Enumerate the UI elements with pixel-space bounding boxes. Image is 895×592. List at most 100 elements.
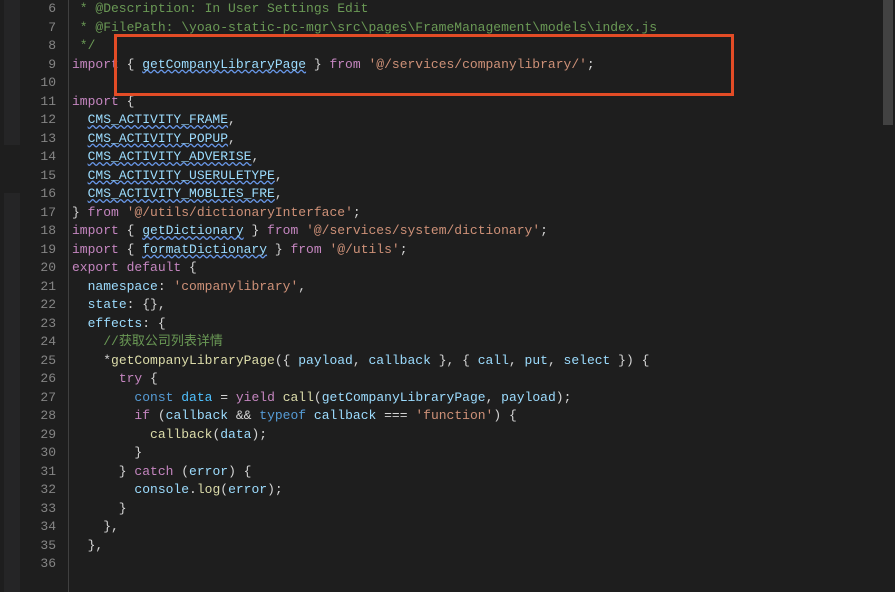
- code-line[interactable]: * @Description: In User Settings Edit: [72, 0, 895, 19]
- code-token: call: [283, 390, 314, 405]
- code-line[interactable]: } catch (error) {: [72, 463, 895, 482]
- code-token: effects: [88, 316, 143, 331]
- code-token: import: [72, 94, 119, 109]
- code-token: from: [267, 223, 298, 238]
- code-line[interactable]: effects: {: [72, 315, 895, 334]
- code-line[interactable]: CMS_ACTIVITY_FRAME,: [72, 111, 895, 130]
- code-token: }: [244, 223, 267, 238]
- code-token: '@/services/companylibrary/': [368, 57, 586, 72]
- code-token: {: [119, 94, 135, 109]
- code-token: ({: [275, 353, 298, 368]
- line-number: 20: [20, 259, 56, 278]
- code-token: ;: [400, 242, 408, 257]
- code-token: getCompanyLibraryPage: [322, 390, 486, 405]
- code-token: ,: [228, 112, 236, 127]
- code-line[interactable]: CMS_ACTIVITY_ADVERISE,: [72, 148, 895, 167]
- code-token: [72, 408, 134, 423]
- scrollbar-thumb[interactable]: [883, 0, 893, 125]
- code-line[interactable]: export default {: [72, 259, 895, 278]
- code-line[interactable]: *getCompanyLibraryPage({ payload, callba…: [72, 352, 895, 371]
- line-number: 21: [20, 278, 56, 297]
- code-token: (: [150, 408, 166, 423]
- code-line[interactable]: import {: [72, 93, 895, 112]
- code-line[interactable]: CMS_ACTIVITY_POPUP,: [72, 130, 895, 149]
- code-token: : {},: [127, 297, 166, 312]
- code-token: {: [119, 223, 142, 238]
- code-line[interactable]: },: [72, 518, 895, 537]
- code-line[interactable]: },: [72, 537, 895, 556]
- code-token: [72, 297, 88, 312]
- code-line[interactable]: state: {},: [72, 296, 895, 315]
- code-token: (: [173, 464, 189, 479]
- code-token: [72, 168, 88, 183]
- code-token: [72, 112, 88, 127]
- code-line[interactable]: namespace: 'companylibrary',: [72, 278, 895, 297]
- code-token: ,: [275, 168, 283, 183]
- code-token: if: [134, 408, 150, 423]
- code-token: import: [72, 57, 119, 72]
- line-number: 7: [20, 19, 56, 38]
- code-token: select: [564, 353, 611, 368]
- code-token: ,: [275, 186, 283, 201]
- code-area[interactable]: * @Description: In User Settings Edit * …: [68, 0, 895, 592]
- code-line[interactable]: * @FilePath: \yoao-static-pc-mgr\src\pag…: [72, 19, 895, 38]
- code-line[interactable]: console.log(error);: [72, 481, 895, 500]
- code-token: );: [556, 390, 572, 405]
- line-number: 34: [20, 518, 56, 537]
- line-number: 27: [20, 389, 56, 408]
- code-token: from: [329, 57, 360, 72]
- code-token: typeof: [259, 408, 306, 423]
- code-token: '@/utils/dictionaryInterface': [127, 205, 353, 220]
- code-token: try: [119, 371, 142, 386]
- code-token: [72, 131, 88, 146]
- code-token: CMS_ACTIVITY_USERULETYPE: [88, 168, 275, 183]
- code-token: (: [314, 390, 322, 405]
- code-token: ,: [353, 353, 369, 368]
- code-token: {: [119, 242, 142, 257]
- code-token: }: [72, 205, 88, 220]
- activity-bar[interactable]: [4, 0, 20, 592]
- code-token: : \yoao-static-pc-mgr\src\pages\FrameMan…: [166, 20, 657, 35]
- code-token: callback: [368, 353, 430, 368]
- code-token: }: [306, 57, 329, 72]
- code-line[interactable]: const data = yield call(getCompanyLibrar…: [72, 389, 895, 408]
- line-number: 6: [20, 0, 56, 19]
- code-token: import: [72, 242, 119, 257]
- code-line[interactable]: import { getCompanyLibraryPage } from '@…: [72, 56, 895, 75]
- code-token: CMS_ACTIVITY_FRAME: [88, 112, 228, 127]
- code-line[interactable]: import { getDictionary } from '@/service…: [72, 222, 895, 241]
- code-token: ;: [353, 205, 361, 220]
- code-line[interactable]: }: [72, 500, 895, 519]
- line-number: 36: [20, 555, 56, 574]
- code-line[interactable]: if (callback && typeof callback === 'fun…: [72, 407, 895, 426]
- code-line[interactable]: import { formatDictionary } from '@/util…: [72, 241, 895, 260]
- code-token: {: [119, 57, 142, 72]
- code-token: ,: [298, 279, 306, 294]
- code-token: *: [72, 20, 95, 35]
- code-line[interactable]: }: [72, 444, 895, 463]
- code-line[interactable]: } from '@/utils/dictionaryInterface';: [72, 204, 895, 223]
- code-line[interactable]: [72, 74, 895, 93]
- code-line[interactable]: callback(data);: [72, 426, 895, 445]
- vertical-scrollbar[interactable]: [881, 0, 895, 592]
- code-line[interactable]: try {: [72, 370, 895, 389]
- line-number: 31: [20, 463, 56, 482]
- code-token: @FilePath: [95, 20, 165, 35]
- line-number-gutter[interactable]: 6789101112131415161718192021222324252627…: [20, 0, 68, 592]
- code-token: [72, 390, 134, 405]
- code-line[interactable]: CMS_ACTIVITY_USERULETYPE,: [72, 167, 895, 186]
- code-token: @Description: [95, 1, 189, 16]
- code-token: */: [72, 38, 95, 53]
- code-token: ,: [251, 149, 259, 164]
- code-line[interactable]: [72, 555, 895, 574]
- code-line[interactable]: CMS_ACTIVITY_MOBLIES_FRE,: [72, 185, 895, 204]
- code-token: state: [88, 297, 127, 312]
- line-number: 17: [20, 204, 56, 223]
- line-number: 30: [20, 444, 56, 463]
- code-token: ,: [548, 353, 564, 368]
- code-line[interactable]: //获取公司列表详情: [72, 333, 895, 352]
- code-token: getCompanyLibraryPage: [142, 57, 306, 72]
- code-token: ,: [228, 131, 236, 146]
- code-token: getCompanyLibraryPage: [111, 353, 275, 368]
- code-line[interactable]: */: [72, 37, 895, 56]
